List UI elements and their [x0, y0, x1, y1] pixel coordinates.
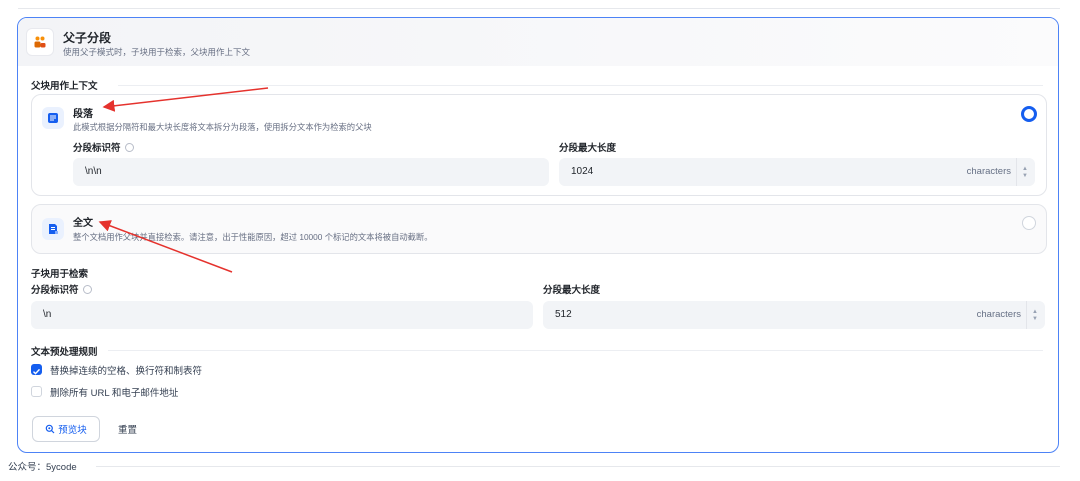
child-max-length-input[interactable]: 512 characters ▲ ▼ [543, 301, 1045, 329]
parent-delimiter-label: 分段标识符 [73, 140, 134, 154]
reset-button[interactable]: 重置 [118, 422, 137, 436]
child-max-length-value: 512 [555, 309, 572, 320]
child-delimiter-input[interactable]: \n [31, 301, 533, 329]
preview-chunks-button[interactable]: 预览块 [32, 416, 100, 442]
chevron-up-icon[interactable]: ▲ [1032, 309, 1038, 315]
card-header: 父子分段 使用父子模式时，子块用于检索，父块用作上下文 [18, 18, 1058, 66]
preview-button-label: 预览块 [58, 425, 87, 436]
rule-label-whitespace: 替换掉连续的空格、换行符和制表符 [50, 366, 203, 377]
fulltext-option[interactable]: 全文 整个文档用作父块并直接检索。请注意，出于性能原因，超过 10000 个标记… [31, 204, 1047, 254]
paragraph-doc-icon [42, 107, 64, 129]
child-max-length-stepper[interactable]: ▲ ▼ [1026, 301, 1045, 329]
child-delimiter-label: 分段标识符 [31, 282, 92, 296]
search-zoom-icon [45, 424, 55, 434]
parent-max-length-value: 1024 [571, 166, 594, 177]
parent-max-length-label: 分段最大长度 [559, 143, 617, 154]
question-circle-icon [124, 142, 134, 152]
chevron-up-icon[interactable]: ▲ [1022, 166, 1028, 172]
card-description: 使用父子模式时，子块用于检索，父块用作上下文 [63, 47, 251, 57]
rule-label-urls: 删除所有 URL 和电子邮件地址 [50, 388, 179, 399]
card-title: 父子分段 [63, 31, 112, 45]
child-section-label: 子块用于检索 [31, 269, 89, 280]
paragraph-radio-selected[interactable] [1021, 106, 1037, 122]
paragraph-option-title: 段落 [73, 109, 93, 120]
parent-max-length-stepper[interactable]: ▲ ▼ [1016, 158, 1035, 186]
preprocess-divider [108, 350, 1043, 351]
parent-delimiter-input[interactable]: \n\n [73, 158, 549, 186]
child-max-length-unit: characters [976, 309, 1021, 320]
preprocess-section-label: 文本预处理规则 [31, 347, 98, 358]
chevron-down-icon[interactable]: ▼ [1022, 173, 1028, 179]
child-max-length-label: 分段最大长度 [543, 285, 601, 296]
checkmark-icon [33, 368, 41, 375]
parent-max-length-unit: characters [966, 166, 1011, 177]
rule-checkbox-urls[interactable] [31, 386, 42, 397]
parent-section-divider [118, 85, 1043, 86]
parent-child-mode-card[interactable]: 父子分段 使用父子模式时，子块用于检索，父块用作上下文 父块用作上下文 段落 此… [17, 17, 1059, 453]
footer-divider [96, 466, 1060, 467]
fulltext-option-description: 整个文档用作父块并直接检索。请注意，出于性能原因，超过 10000 个标记的文本… [73, 232, 433, 242]
fulltext-doc-icon [42, 218, 64, 240]
parent-section-label: 父块用作上下文 [31, 81, 98, 92]
paragraph-option-description: 此模式根据分隔符和最大块长度将文本拆分为段落，使用拆分文本作为检索的父块 [73, 122, 372, 132]
parent-max-length-input[interactable]: 1024 characters ▲ ▼ [559, 158, 1035, 186]
parent-child-icon [26, 28, 54, 56]
rule-checkbox-whitespace[interactable] [31, 364, 42, 375]
fulltext-radio-unselected[interactable] [1022, 216, 1036, 230]
fulltext-option-title: 全文 [73, 218, 93, 229]
top-divider [18, 8, 1060, 9]
chevron-down-icon[interactable]: ▼ [1032, 316, 1038, 322]
question-circle-icon [82, 284, 92, 294]
footer-text: 公众号：5ycode [8, 462, 77, 473]
paragraph-option[interactable]: 段落 此模式根据分隔符和最大块长度将文本拆分为段落，使用拆分文本作为检索的父块 … [31, 94, 1047, 196]
